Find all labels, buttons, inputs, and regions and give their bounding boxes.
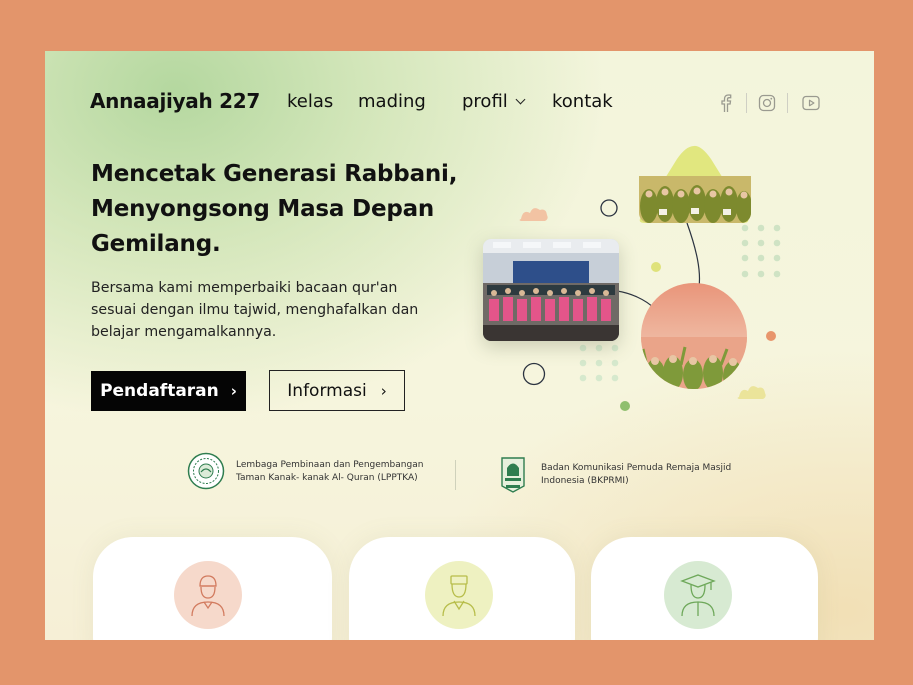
graduate-icon	[664, 561, 732, 629]
feature-card[interactable]	[93, 537, 332, 640]
hero-headline: Mencetak Generasi Rabbani, Menyongsong M…	[91, 161, 458, 257]
register-button[interactable]: Pendaftaran ›	[91, 371, 246, 411]
person-icon	[425, 561, 493, 629]
landing-page: Annaajiyah 227 kelas mading profil konta…	[45, 51, 874, 640]
chevron-down-icon	[515, 94, 526, 105]
social-divider	[746, 93, 747, 113]
information-button[interactable]: Informasi ›	[269, 370, 405, 411]
chevron-right-icon: ›	[380, 381, 387, 400]
boy-with-cap-icon	[174, 561, 242, 629]
feature-card[interactable]	[591, 537, 818, 640]
nav-kontak[interactable]: kontak	[552, 91, 613, 112]
nav-mading[interactable]: mading	[358, 91, 426, 112]
nav-profil-label: profil	[462, 91, 508, 112]
event-group-photo	[483, 239, 619, 341]
brand-logo[interactable]: Annaajiyah 227	[90, 89, 260, 113]
lpptka-name: Lembaga Pembinaan dan Pengembangan Taman…	[236, 460, 424, 483]
hero-description: Bersama kami memperbaiki bacaan qur'an s…	[91, 280, 419, 340]
social-divider	[787, 93, 788, 113]
facebook-icon[interactable]	[716, 93, 736, 113]
register-button-label: Pendaftaran	[100, 381, 219, 401]
feature-card[interactable]	[349, 537, 575, 640]
nav-profil[interactable]: profil	[462, 91, 526, 112]
chevron-right-icon: ›	[230, 382, 237, 400]
bkprmi-logo	[501, 457, 525, 493]
bkprmi-name: Badan Komunikasi Pemuda Remaja Masjid In…	[541, 463, 732, 486]
nav-kelas[interactable]: kelas	[287, 91, 333, 112]
lpptka-logo	[187, 452, 225, 490]
students-group-photo-top	[639, 176, 751, 223]
youtube-icon[interactable]	[801, 93, 821, 113]
instagram-icon[interactable]	[757, 93, 777, 113]
partners-divider	[455, 460, 456, 490]
information-button-label: Informasi	[287, 380, 367, 401]
